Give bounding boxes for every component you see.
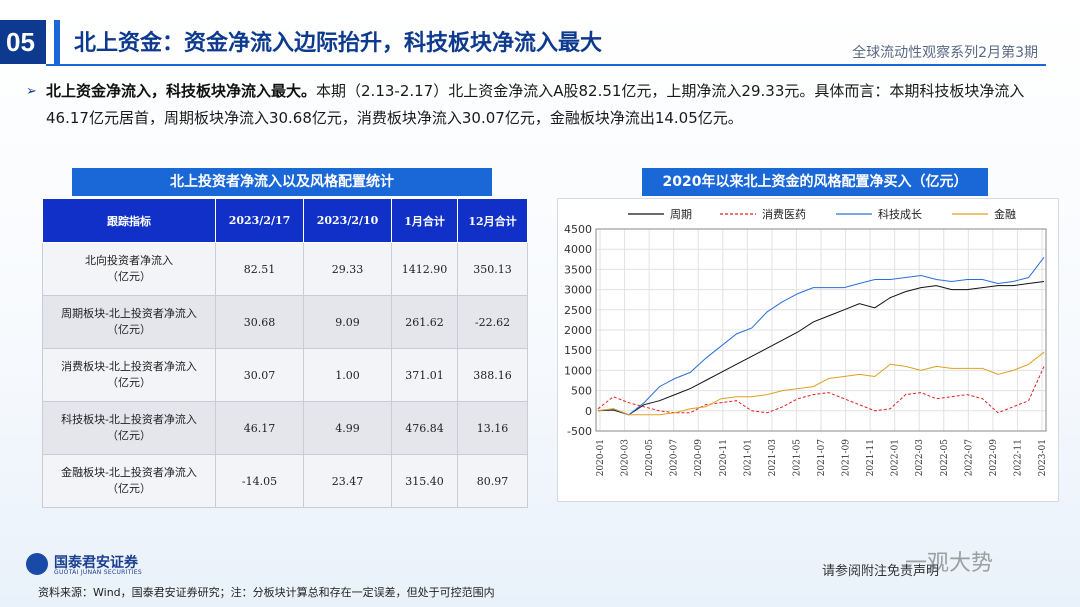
cell: 9.09: [303, 295, 393, 349]
series-label: 全球流动性观察系列2月第3期: [852, 45, 1038, 61]
table-row: 科技板块-北上投资者净流入 （亿元） 46.17 4.99 476.84 13.1…: [42, 401, 528, 455]
x-tick-label: 2020-01: [596, 439, 606, 476]
x-tick-label: 2020-03: [621, 439, 631, 477]
y-tick-label: 500: [571, 385, 592, 398]
y-tick-label: 3000: [564, 284, 592, 297]
logo-icon: [26, 553, 48, 575]
y-tick-label: 4000: [564, 243, 592, 256]
x-tick-label: 2021-11: [866, 439, 876, 476]
x-tick-label: 2020-09: [694, 439, 704, 477]
cell: 30.68: [214, 295, 305, 349]
legend-label: 科技成长: [878, 207, 922, 221]
cell: 1.00: [303, 348, 393, 402]
cell: 13.16: [457, 401, 528, 455]
row-label: 金融板块-北上投资者净流入 （亿元）: [42, 454, 216, 508]
table-row: 北向投资者净流入 （亿元） 82.51 29.33 1412.90 350.13: [42, 242, 528, 296]
legend-label: 金融: [994, 207, 1016, 221]
cell: 388.16: [457, 348, 528, 402]
x-tick-label: 2022-09: [989, 439, 999, 477]
y-tick-label: 0: [585, 405, 592, 418]
style-flow-chart: -500 0 500 1000 1500 2000 2500 3000 3500 4000 4500…: [557, 198, 1059, 502]
col-header: 1月合计: [391, 198, 459, 243]
row-label: 消费板块-北上投资者净流入 （亿元）: [42, 348, 216, 402]
x-tick-label: 2021-01: [743, 439, 753, 476]
source-note: 资料来源：Wind，国泰君安证券研究；注：分板块计算总和存在一定误差，但处于可控…: [38, 586, 495, 599]
y-tick-label: -500: [567, 425, 592, 438]
legend-label: 消费医药: [762, 207, 806, 221]
cell: 46.17: [214, 401, 305, 455]
summary-bullet: ➢ 北上资金净流入，科技板块净流入最大。本期（2.13-2.17）北上资金净流入…: [26, 78, 1056, 132]
cell: 4.99: [303, 401, 393, 455]
cell: 80.97: [457, 454, 528, 508]
cell: 315.40: [391, 454, 459, 508]
cell: 30.07: [214, 348, 305, 402]
x-tick-label: 2022-01: [891, 439, 901, 476]
header-divider: [46, 64, 1046, 66]
cell: 261.62: [391, 295, 459, 349]
x-tick-label: 2021-03: [768, 439, 778, 477]
col-header: 2023/2/10: [303, 198, 393, 243]
table-caption: 北上投资者净流入以及风格配置统计: [72, 168, 492, 196]
x-tick-label: 2021-07: [817, 439, 827, 477]
cell: 371.01: [391, 348, 459, 402]
summary-bold: 北上资金净流入，科技板块净流入最大。: [46, 82, 317, 100]
y-tick-label: 3500: [564, 263, 592, 276]
y-tick-label: 4500: [564, 223, 592, 236]
cell: 82.51: [214, 242, 305, 296]
col-header: 跟踪指标: [42, 198, 216, 243]
cell: 476.84: [391, 401, 459, 455]
arrow-icon: ➢: [26, 84, 37, 99]
section-number: 05: [0, 20, 46, 64]
col-header: 12月合计: [457, 198, 528, 243]
table-row: 消费板块-北上投资者净流入 （亿元） 30.07 1.00 371.01 388.…: [42, 348, 528, 402]
x-tick-label: 2020-07: [670, 439, 680, 477]
x-tick-label: 2021-05: [792, 439, 802, 477]
watermark: 一观大势: [905, 551, 994, 576]
cell: 350.13: [457, 242, 528, 296]
x-tick-label: 2022-05: [940, 439, 950, 477]
cell: -22.62: [457, 295, 528, 349]
x-tick-label: 2022-03: [915, 439, 925, 477]
x-tick-label: 2023-01: [1038, 439, 1048, 476]
logo-subtext: GUOTAI JUNAN SECURITIES: [54, 569, 142, 576]
y-tick-label: 2000: [564, 324, 592, 337]
x-tick-label: 2022-07: [964, 439, 974, 477]
header: 05 北上资金：资金净流入边际抬升，科技板块净流入最大 全球流动性观察系列2月第…: [0, 0, 1080, 66]
table-row: 周期板块-北上投资者净流入 （亿元） 30.68 9.09 261.62 -22.…: [42, 295, 528, 349]
flow-table: 跟踪指标 2023/2/17 2023/2/10 1月合计 12月合计 北向投资…: [42, 198, 528, 508]
chart-svg: -500 0 500 1000 1500 2000 2500 3000 3500 4000 4500…: [564, 207, 1048, 477]
x-tick-label: 2020-11: [719, 439, 729, 476]
y-tick-label: 1000: [564, 364, 592, 377]
legend-label: 周期: [670, 208, 692, 221]
page-title: 北上资金：资金净流入边际抬升，科技板块净流入最大: [74, 31, 603, 56]
cell: 1412.90: [391, 242, 459, 296]
row-label: 北向投资者净流入 （亿元）: [42, 242, 216, 296]
col-header: 2023/2/17: [214, 198, 305, 243]
x-tick-label: 2022-11: [1013, 439, 1023, 476]
cell: -14.05: [214, 454, 305, 508]
cell: 23.47: [303, 454, 393, 508]
y-tick-label: 2500: [564, 304, 592, 317]
cell: 29.33: [303, 242, 393, 296]
chart-caption: 2020年以来北上资金的风格配置净买入（亿元）: [642, 168, 988, 196]
table-row: 金融板块-北上投资者净流入 （亿元） -14.05 23.47 315.40 80…: [42, 454, 528, 508]
row-label: 周期板块-北上投资者净流入 （亿元）: [42, 295, 216, 349]
row-label: 科技板块-北上投资者净流入 （亿元）: [42, 401, 216, 455]
accent-bar: [54, 20, 60, 64]
table-header-row: 跟踪指标 2023/2/17 2023/2/10 1月合计 12月合计: [42, 198, 528, 243]
y-tick-label: 1500: [564, 344, 592, 357]
x-tick-label: 2021-09: [842, 439, 852, 477]
x-tick-label: 2020-05: [645, 439, 655, 477]
